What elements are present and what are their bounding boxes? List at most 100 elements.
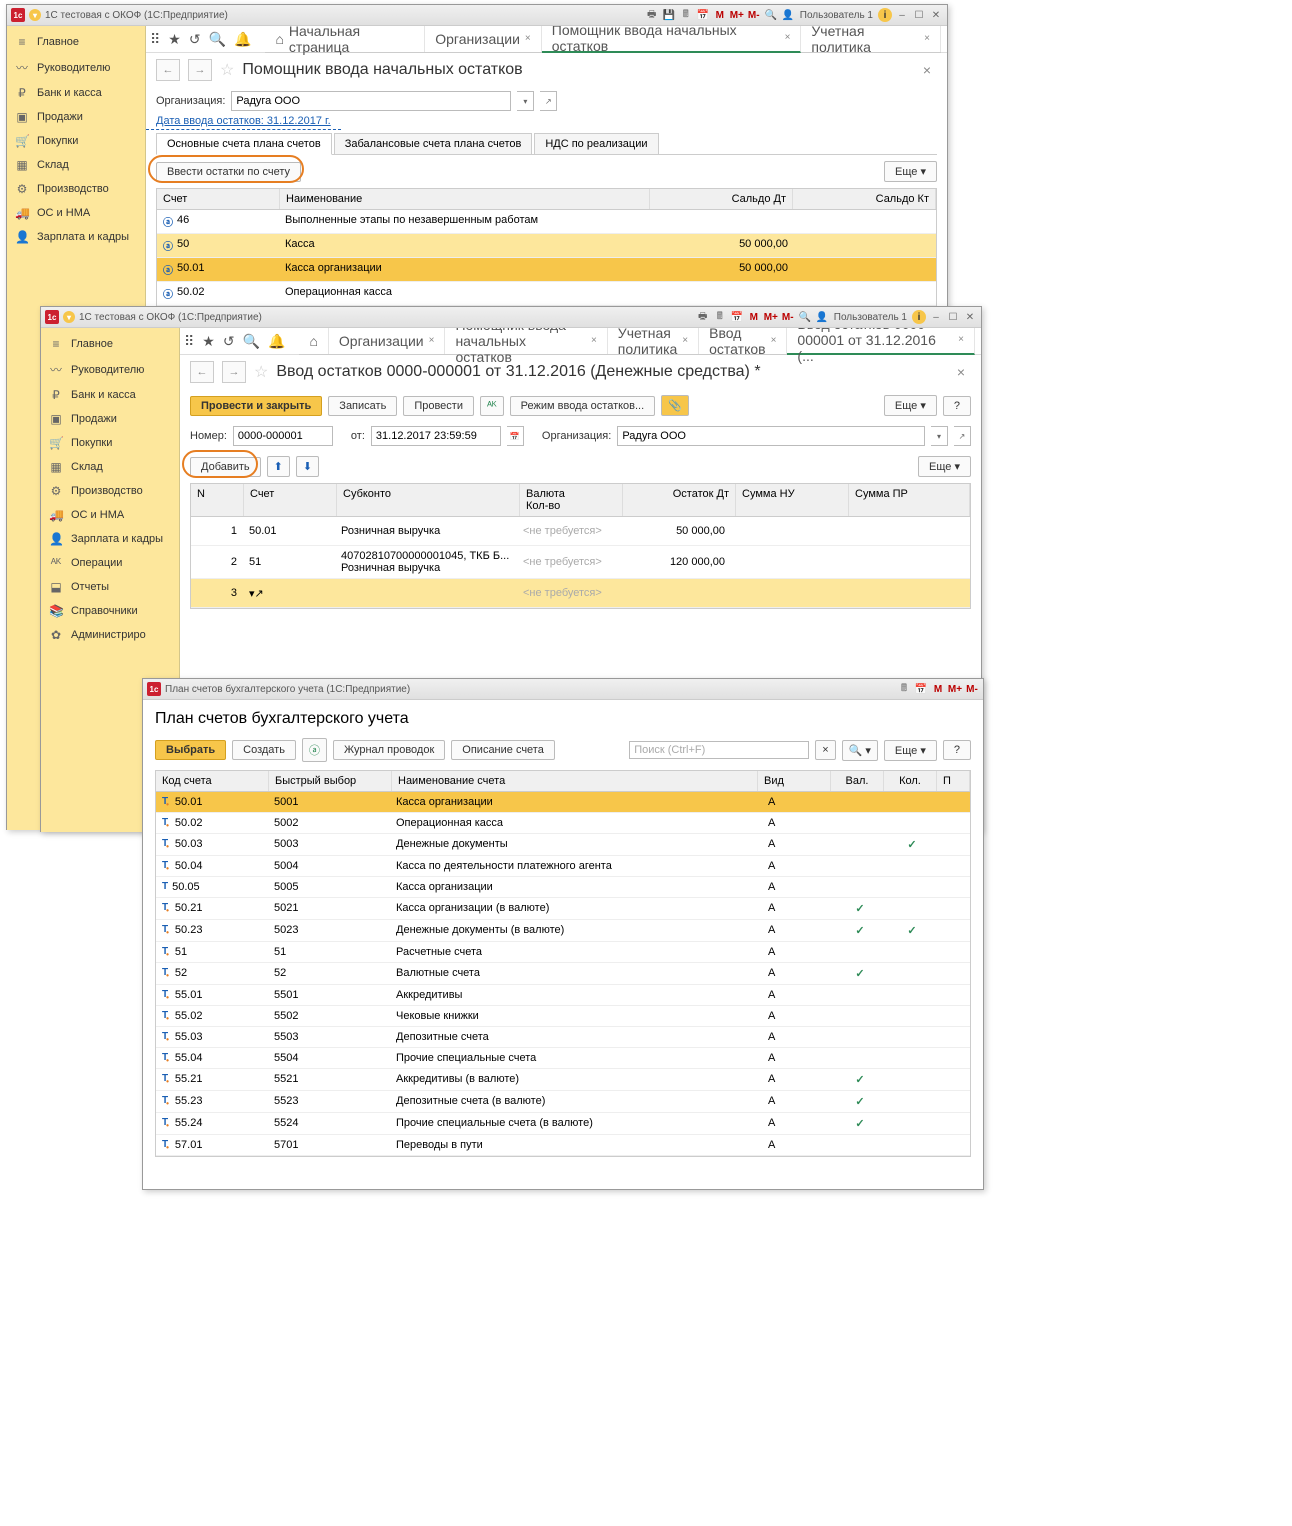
sidebar-item[interactable]: 〰Руководителю <box>7 54 145 81</box>
calendar-icon[interactable]: 📅 <box>507 426 524 446</box>
help-button[interactable]: ? <box>943 740 971 760</box>
sidebar-item[interactable]: ⚙Производство <box>41 479 179 503</box>
sidebar-item[interactable]: ᴬᴷОперации <box>41 551 179 575</box>
sidebar-item[interactable]: 🚚ОС и НМА <box>7 201 145 225</box>
dt-kt-icon[interactable]: ᴬᴷ <box>480 396 504 416</box>
sidebar-item[interactable]: ✿Администриро <box>41 623 179 647</box>
table-row[interactable]: T50.015001Касса организацииА <box>156 792 970 813</box>
sidebar-item[interactable]: 👤Зарплата и кадры <box>41 527 179 551</box>
subtab-offbalance[interactable]: Забалансовые счета плана счетов <box>334 133 533 154</box>
journal-button[interactable]: Журнал проводок <box>333 740 445 760</box>
sidebar-item[interactable]: ≡Главное <box>7 30 145 54</box>
sidebar-item[interactable]: ▣Продажи <box>7 105 145 129</box>
history-icon[interactable]: ↺ <box>189 31 201 48</box>
create-button[interactable]: Создать <box>232 740 296 760</box>
sidebar-item[interactable]: ⬓Отчеты <box>41 575 179 599</box>
star-icon[interactable]: ★ <box>202 333 215 350</box>
table-row[interactable]: T5252Валютные счетаА✓ <box>156 963 970 985</box>
search-icon[interactable]: 🔍 <box>243 333 260 350</box>
nav-forward-button[interactable]: → <box>222 361 246 383</box>
bell-icon[interactable]: 🔔 <box>234 31 251 48</box>
dropdown-icon[interactable]: ▾ <box>517 91 534 111</box>
table-row[interactable]: T50.055005Касса организацииА <box>156 877 970 898</box>
close-tab-icon[interactable]: × <box>525 33 531 44</box>
history-icon[interactable]: ↺ <box>223 333 235 350</box>
m-icon[interactable]: M <box>713 8 727 22</box>
sidebar-item[interactable]: ▦Склад <box>41 455 179 479</box>
table-row[interactable]: T55.015501АккредитивыА <box>156 985 970 1006</box>
tab-policy[interactable]: Учетная политика× <box>801 26 941 52</box>
help-button[interactable]: ? <box>943 396 971 416</box>
info-icon[interactable]: i <box>912 310 926 324</box>
nav-back-button[interactable]: ← <box>190 361 214 383</box>
add-button[interactable]: Добавить <box>190 457 261 477</box>
sidebar-item[interactable]: ▦Склад <box>7 153 145 177</box>
attach-icon[interactable]: 📎 <box>661 395 689 416</box>
search-icon[interactable]: 🔍 <box>209 31 226 48</box>
maximize-icon[interactable]: ☐ <box>912 8 926 22</box>
calc-icon[interactable]: 🖩 <box>679 8 693 22</box>
table-row[interactable]: T55.235523Депозитные счета (в валюте)А✓ <box>156 1091 970 1113</box>
move-up-icon[interactable]: ⬆ <box>267 456 290 477</box>
m-icon[interactable]: M <box>931 682 945 696</box>
find-button[interactable]: 🔍 ▾ <box>842 740 878 761</box>
hierarchy-icon[interactable]: ⓐ <box>302 738 327 762</box>
more-button[interactable]: Еще ▾ <box>884 395 937 416</box>
enter-balance-button[interactable]: Ввести остатки по счету <box>156 162 301 182</box>
select-button[interactable]: Выбрать <box>155 740 226 760</box>
table-row[interactable]: T55.045504Прочие специальные счетаА <box>156 1048 970 1069</box>
favorite-icon[interactable]: ☆ <box>254 362 268 382</box>
calendar-icon[interactable]: 📅 <box>696 8 710 22</box>
apps-icon[interactable]: ⠿ <box>150 31 160 48</box>
close-icon[interactable]: ✕ <box>929 8 943 22</box>
table-row[interactable]: T50.045004Касса по деятельности платежно… <box>156 856 970 877</box>
tab-org[interactable]: Организации× <box>329 328 446 354</box>
open-icon[interactable]: ↗ <box>255 588 264 600</box>
zoom-icon[interactable]: 🔍 <box>764 8 778 22</box>
apps-icon[interactable]: ⠿ <box>184 333 194 350</box>
table-row[interactable]: T57.015701Переводы в путиА <box>156 1135 970 1156</box>
table-row[interactable]: T50.025002Операционная кассаА <box>156 813 970 834</box>
table-row[interactable]: 3▾↗<не требуется> <box>191 579 970 608</box>
table-row[interactable]: 150.01Розничная выручка<не требуется>50 … <box>191 517 970 546</box>
sidebar-item[interactable]: ₽Банк и касса <box>41 383 179 407</box>
sidebar-item[interactable]: ⚙Производство <box>7 177 145 201</box>
sidebar-item[interactable]: ₽Банк и касса <box>7 81 145 105</box>
m-icon[interactable]: M <box>747 310 761 324</box>
subtab-main[interactable]: Основные счета плана счетов <box>156 133 332 155</box>
tab-enter[interactable]: Ввод остатков× <box>699 328 787 354</box>
tab-assist[interactable]: Помощник ввода начальных остатков× <box>445 328 607 354</box>
m-plus-icon[interactable]: M+ <box>730 8 744 22</box>
mode-button[interactable]: Режим ввода остатков... <box>510 396 656 416</box>
table-row[interactable]: 25140702810700000001045, ТКБ Б...Розничн… <box>191 546 970 579</box>
favorite-icon[interactable]: ☆ <box>220 60 234 80</box>
close-page-icon[interactable]: × <box>951 364 971 380</box>
save-button[interactable]: Записать <box>328 396 397 416</box>
sidebar-item[interactable]: ≡Главное <box>41 332 179 356</box>
dropdown-icon[interactable]: ▾ <box>931 426 948 446</box>
tab-home[interactable]: ⌂Начальная страница <box>265 26 425 52</box>
sidebar-item[interactable]: ▣Продажи <box>41 407 179 431</box>
sidebar-item[interactable]: 🛒Покупки <box>41 431 179 455</box>
maximize-icon[interactable]: ☐ <box>946 310 960 324</box>
bell-icon[interactable]: 🔔 <box>268 333 285 350</box>
table-row[interactable]: T55.245524Прочие специальные счета (в ва… <box>156 1113 970 1135</box>
table-row[interactable]: T50.215021Касса организации (в валюте)А✓ <box>156 898 970 920</box>
table-row[interactable]: ⓐ50Касса50 000,00 <box>157 234 936 258</box>
open-icon[interactable]: ↗ <box>540 91 557 111</box>
sidebar-item[interactable]: 📚Справочники <box>41 599 179 623</box>
search-input[interactable]: Поиск (Ctrl+F) <box>629 741 809 759</box>
m-minus-icon[interactable]: M- <box>781 310 795 324</box>
minimize-icon[interactable]: – <box>895 8 909 22</box>
nav-back-button[interactable]: ← <box>156 59 180 81</box>
app-dropdown-icon[interactable]: ▾ <box>29 9 41 21</box>
more-button[interactable]: Еще ▾ <box>884 740 937 761</box>
move-down-icon[interactable]: ⬇ <box>296 456 319 477</box>
m-plus-icon[interactable]: M+ <box>764 310 778 324</box>
info-icon[interactable]: i <box>878 8 892 22</box>
conduct-button[interactable]: Провести <box>403 396 474 416</box>
description-button[interactable]: Описание счета <box>451 740 555 760</box>
tab-doc[interactable]: Ввод остатков 0000-000001 от 31.12.2016 … <box>787 328 975 355</box>
clear-search-icon[interactable]: × <box>815 740 835 760</box>
number-input[interactable]: 0000-000001 <box>233 426 333 446</box>
